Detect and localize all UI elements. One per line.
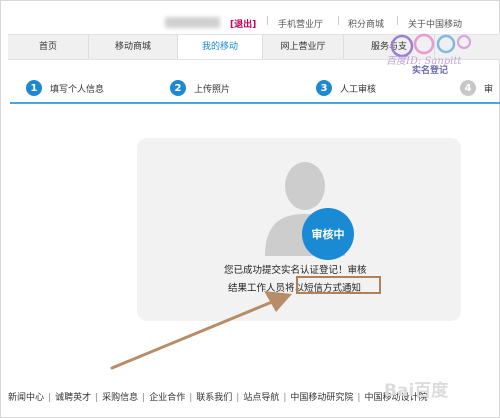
status-message-line1: 您已成功提交实名认证登记！审核 — [224, 265, 367, 276]
nav-mall[interactable]: 移动商城 — [89, 35, 178, 59]
step-label: 填写个人信息 — [50, 84, 105, 95]
step-3: 3 人工审核 — [316, 78, 376, 98]
footer-link[interactable]: 企业合作 — [149, 393, 185, 403]
step-label: 上传照片 — [194, 84, 231, 95]
separator: | — [236, 393, 240, 403]
step-2: 2 上传照片 — [170, 78, 230, 98]
footer-link[interactable]: 联系我们 — [196, 393, 232, 403]
step-progress-line — [10, 102, 500, 104]
nav-online-hall[interactable]: 网上营业厅 — [263, 35, 344, 59]
separator: | — [189, 393, 193, 403]
status-message-prefix: 结果工作人员将 — [228, 283, 295, 294]
highlight-box — [296, 276, 381, 294]
watermark-subtitle: 实名登记 — [412, 66, 449, 76]
step-number: 4 — [460, 80, 476, 96]
step-4: 4 审 — [460, 78, 493, 98]
separator: | — [48, 393, 52, 403]
logout-link[interactable]: [退出] — [230, 17, 256, 30]
separator: | — [266, 16, 270, 26]
step-number: 1 — [26, 80, 42, 96]
separator: | — [337, 16, 341, 26]
footer-link[interactable]: 新闻中心 — [8, 393, 44, 403]
separator: | — [283, 393, 287, 403]
nav-home[interactable]: 首页 — [8, 35, 89, 59]
points-mall-link[interactable]: 积分商城 — [348, 17, 384, 30]
step-1: 1 填写个人信息 — [26, 78, 104, 98]
mobile-hall-link[interactable]: 手机营业厅 — [278, 17, 323, 30]
nav-my-mobile[interactable]: 我的移动 — [178, 35, 263, 59]
step-number: 2 — [170, 80, 186, 96]
step-number: 3 — [316, 80, 332, 96]
separator: | — [357, 393, 361, 403]
footer-link[interactable]: 站点导航 — [243, 393, 279, 403]
progress-steps: 1 填写个人信息 2 上传照片 3 人工审核 4 审 — [10, 78, 500, 100]
footer-link[interactable]: 诚聘英才 — [55, 393, 91, 403]
separator: | — [142, 393, 146, 403]
status-badge: 审核中 — [302, 208, 354, 260]
footer-link[interactable]: 采购信息 — [102, 393, 138, 403]
step-label: 审 — [484, 84, 494, 95]
blurred-username — [165, 17, 220, 28]
baidu-watermark: Bai百度 — [384, 381, 449, 401]
step-label: 人工审核 — [340, 84, 377, 95]
footer-link[interactable]: 中国移动研究院 — [290, 393, 353, 403]
separator: | — [95, 393, 99, 403]
